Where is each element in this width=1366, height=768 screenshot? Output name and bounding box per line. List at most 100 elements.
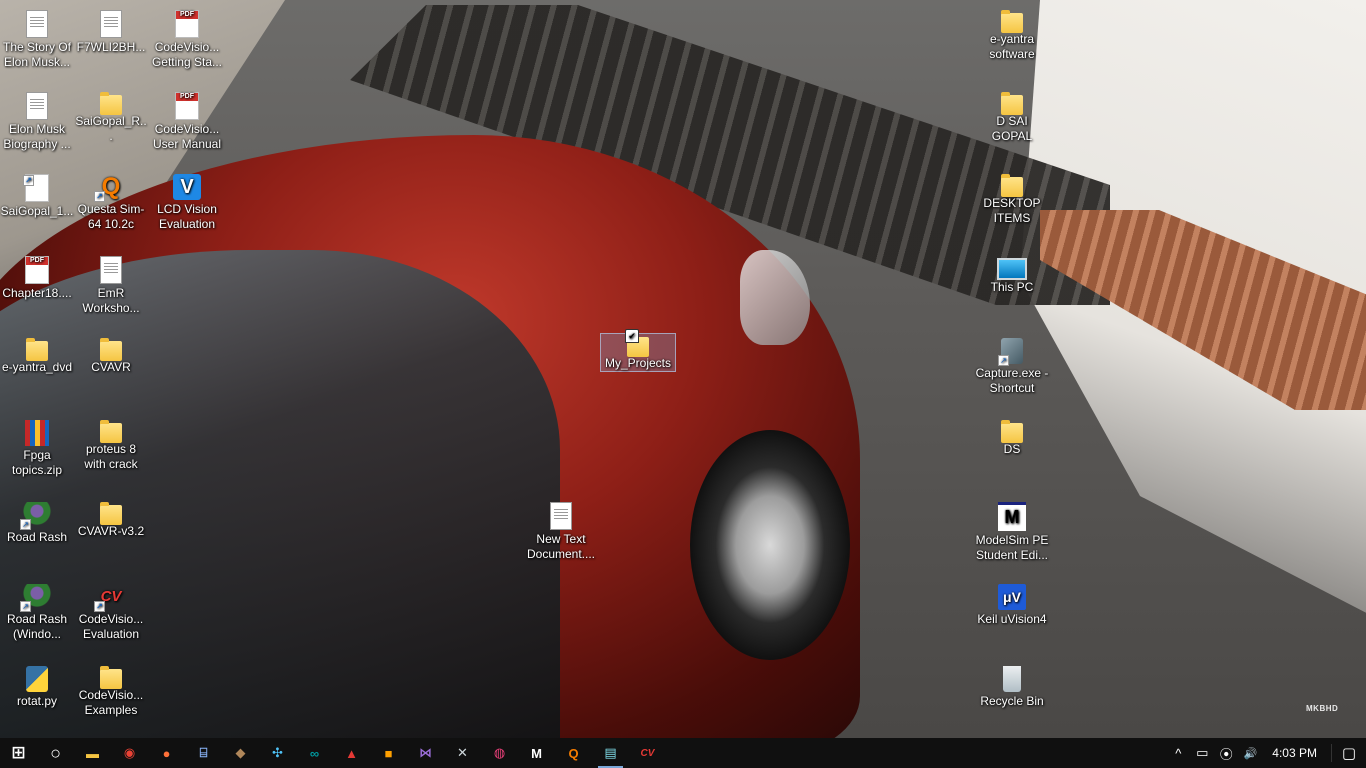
action-center-icon[interactable]: ▢ <box>1331 744 1366 762</box>
pdf-icon <box>25 256 49 284</box>
lcd-vision-icon: V <box>173 174 201 200</box>
firefox-icon: ● <box>162 745 171 761</box>
desktop-icon-desktop-items[interactable]: DESKTOP ITEMS <box>975 174 1049 226</box>
visual-studio-icon: ⋈ <box>419 745 432 760</box>
orange-square-icon: ■ <box>384 745 393 761</box>
arduino-button[interactable]: ∞ <box>296 738 333 768</box>
wallpaper-car-headlight <box>740 250 810 345</box>
modelsim-button[interactable]: M <box>518 738 555 768</box>
game-icon <box>20 584 51 612</box>
app-button-7[interactable]: ◍ <box>481 738 518 768</box>
folder-icon <box>100 338 122 361</box>
clock[interactable]: 4:03 PM <box>1262 746 1331 760</box>
notepad-button[interactable]: ▤ <box>592 738 629 768</box>
chrome-button[interactable]: ◉ <box>111 738 148 768</box>
desktop-icon-road-rash-windows[interactable]: Road Rash (Windo... <box>0 584 74 642</box>
desktop-icon-f7wli2bh[interactable]: F7WLI2BH... <box>74 10 148 55</box>
desktop-icon-e-yantra-software[interactable]: e-yantra software <box>975 10 1049 62</box>
app-button-5[interactable]: ■ <box>370 738 407 768</box>
desktop-icon-road-rash[interactable]: Road Rash <box>0 502 74 545</box>
chrome-icon: ◉ <box>123 745 136 760</box>
file-explorer-button[interactable]: ▬ <box>74 738 111 768</box>
document-icon <box>100 10 122 38</box>
desktop-icon-capture-exe-shortcut[interactable]: Capture.exe - Shortcut <box>975 338 1049 396</box>
network-icon[interactable]: ⦿ <box>1214 744 1238 763</box>
cvavr-button[interactable]: CV <box>629 738 666 768</box>
network-app-icon: ⌸ <box>199 745 208 760</box>
desktop-icon-keil-uvision4[interactable]: μV Keil uVision4 <box>975 584 1049 627</box>
swirl-icon: ◍ <box>493 745 506 760</box>
pdf-icon <box>23 174 49 202</box>
app-button-3[interactable]: ✣ <box>259 738 296 768</box>
butterfly-icon: ✕ <box>457 745 468 760</box>
wallpaper-rust-grate <box>1040 210 1366 410</box>
notepad-icon: ▤ <box>604 745 617 760</box>
questa-icon: Q <box>94 174 125 202</box>
firefox-button[interactable]: ● <box>148 738 185 768</box>
molecule-icon: ✣ <box>272 745 283 760</box>
app-button-1[interactable]: ⌸ <box>185 738 222 768</box>
folder-icon <box>1001 174 1023 197</box>
folder-icon <box>100 92 122 115</box>
recycle-bin-icon <box>1003 666 1021 692</box>
visual-studio-button[interactable]: ⋈ <box>407 738 444 768</box>
document-icon <box>26 92 48 120</box>
desktop-icon-codevision-evaluation[interactable]: CVCodeVisio... Evaluation <box>74 584 148 642</box>
document-icon <box>100 256 122 284</box>
desktop-icon-new-text-document[interactable]: New Text Document.... <box>524 502 598 562</box>
folder-icon <box>1001 10 1023 33</box>
text-document-icon <box>550 502 572 530</box>
desktop-icon-d-sai-gopal[interactable]: D SAI GOPAL <box>975 92 1049 144</box>
python-file-icon <box>26 666 48 692</box>
app-button-2[interactable]: ◆ <box>222 738 259 768</box>
game-icon <box>20 502 51 530</box>
cvavr-icon: CV <box>94 584 125 612</box>
cortana-button[interactable]: ○ <box>37 738 74 768</box>
app-button-6[interactable]: ✕ <box>444 738 481 768</box>
folder-icon <box>1001 420 1023 443</box>
desktop-icon-modelsim-pe[interactable]: M ModelSim PE Student Edi... <box>975 502 1049 563</box>
desktop-icon-codevision-getting-started[interactable]: CodeVisio... Getting Sta... <box>150 10 224 70</box>
show-hidden-icons-chevron-icon[interactable]: ^ <box>1166 746 1190 761</box>
desktop-icon-ds[interactable]: DS <box>975 420 1049 457</box>
folder-icon <box>625 329 649 357</box>
folder-icon <box>100 666 122 689</box>
desktop-icon-proteus-8[interactable]: proteus 8 with crack <box>74 420 148 472</box>
user-folder-icon <box>1001 92 1023 115</box>
wallpaper-car-glass <box>0 250 560 738</box>
wallpaper-car-wheel <box>690 430 850 660</box>
package-icon: ◆ <box>235 745 246 760</box>
desktop-icon-this-pc[interactable]: This PC <box>975 256 1049 295</box>
zip-icon <box>25 420 49 446</box>
desktop-icon-lcd-vision-evaluation[interactable]: V LCD Vision Evaluation <box>150 174 224 232</box>
system-tray: ^ ▭ ⦿ 🔊 4:03 PM ▢ <box>1166 738 1366 768</box>
desktop-icon-e-yantra-dvd[interactable]: e-yantra_dvd <box>0 338 74 375</box>
wallpaper-watermark: MKBHD <box>1306 704 1339 713</box>
desktop-icon-codevision-examples[interactable]: CodeVisio... Examples <box>74 666 148 718</box>
desktop-icon-my-projects[interactable]: My_Projects <box>600 329 676 372</box>
folder-icon <box>26 338 48 361</box>
app-button-4[interactable]: ▲ <box>333 738 370 768</box>
questa-button[interactable]: Q <box>555 738 592 768</box>
desktop-icon-elon-musk-biography[interactable]: Elon Musk Biography ... <box>0 92 74 152</box>
desktop-icon-rotat-py[interactable]: rotat.py <box>0 666 74 709</box>
desktop-icon-cvavr[interactable]: CVAVR <box>74 338 148 375</box>
file-explorer-icon: ▬ <box>86 745 99 761</box>
capture-icon <box>998 338 1023 366</box>
desktop[interactable]: MKBHD The Story Of Elon Musk... F7WLI2BH… <box>0 0 1366 738</box>
desktop-icon-saigopal-r[interactable]: SaiGopal_R... <box>74 92 148 144</box>
desktop-icon-the-story-of-elon-musk[interactable]: The Story Of Elon Musk... <box>0 10 74 70</box>
desktop-icon-emr-workshop[interactable]: EmR Worksho... <box>74 256 148 316</box>
desktop-icon-fpga-topics-zip[interactable]: Fpga topics.zip <box>0 420 74 478</box>
desktop-icon-codevision-user-manual[interactable]: CodeVisio... User Manual <box>150 92 224 152</box>
desktop-icon-questa-sim[interactable]: QQuesta Sim-64 10.2c <box>74 174 148 232</box>
desktop-icon-chapter18[interactable]: Chapter18.... <box>0 256 74 301</box>
start-button[interactable]: ⊞ <box>0 738 37 768</box>
desktop-icon-saigopal-1[interactable]: SaiGopal_1... <box>0 174 74 219</box>
battery-icon[interactable]: ▭ <box>1190 745 1214 761</box>
desktop-icon-cvavr-v3-2[interactable]: CVAVR-v3.2 <box>74 502 148 539</box>
desktop-icon-recycle-bin[interactable]: Recycle Bin <box>975 666 1049 709</box>
arduino-icon: ∞ <box>309 745 320 761</box>
volume-icon[interactable]: 🔊 <box>1238 747 1262 760</box>
document-icon <box>26 10 48 38</box>
